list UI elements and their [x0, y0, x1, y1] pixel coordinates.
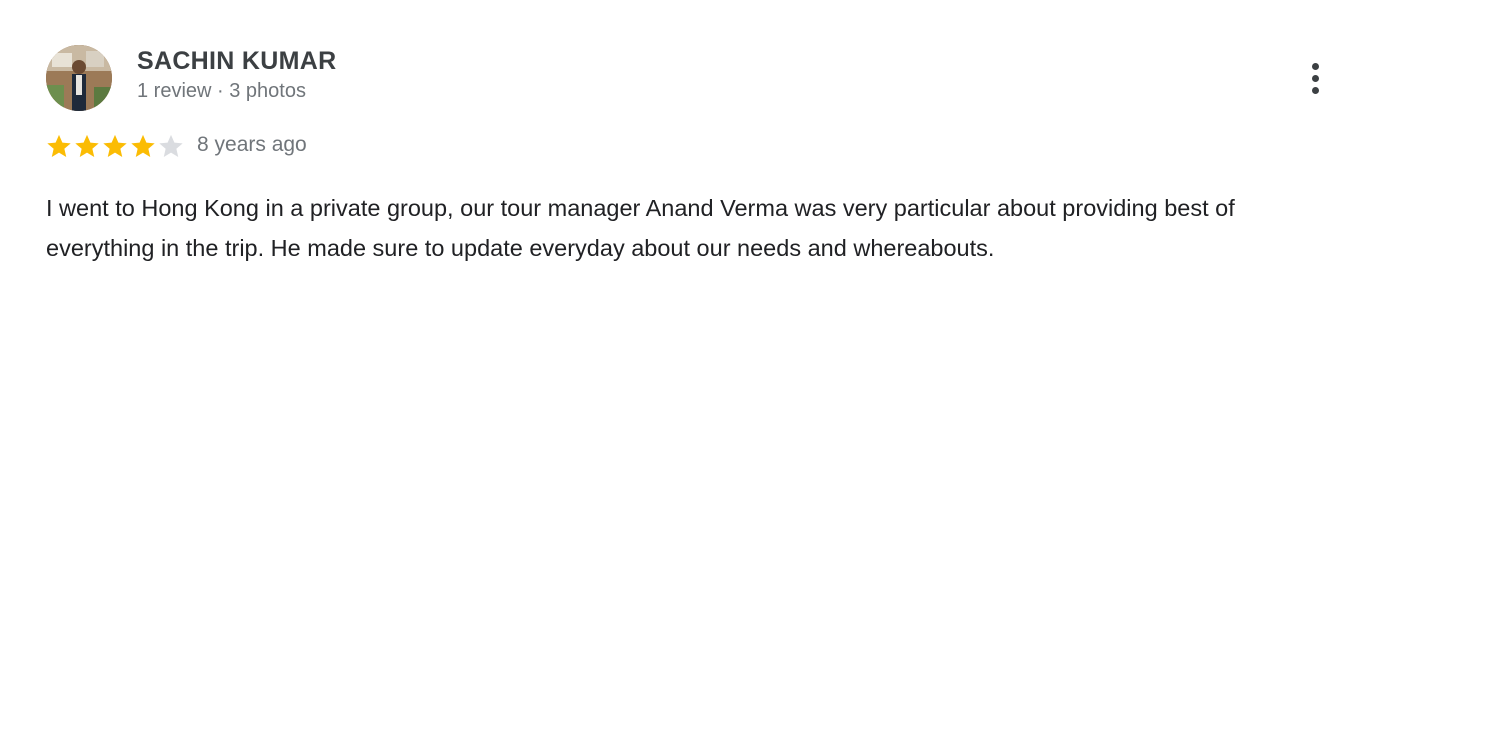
reviewer-name[interactable]: SACHIN KUMAR [137, 47, 336, 76]
more-options-button[interactable] [1296, 56, 1336, 100]
review-time: 8 years ago [197, 133, 307, 156]
star-filled-icon [47, 134, 71, 157]
review-text: I went to Hong Kong in a private group, … [46, 195, 1235, 261]
star-filled-icon [103, 134, 127, 157]
reviewer-avatar[interactable] [46, 45, 112, 111]
star-empty-icon [159, 134, 183, 157]
reviewer-meta[interactable]: 1 review · 3 photos [137, 80, 306, 103]
star-rating [45, 131, 185, 161]
avatar-photo-icon [46, 45, 112, 111]
review-card: SACHIN KUMAR 1 review · 3 photos 8 years… [0, 0, 1500, 750]
star-filled-icon [131, 134, 155, 157]
star-filled-icon [75, 134, 99, 157]
